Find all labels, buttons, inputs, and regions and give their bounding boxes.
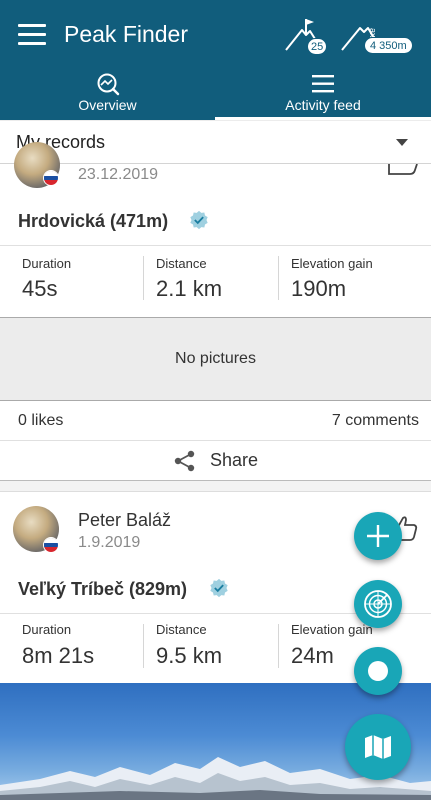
tab-overview-label: Overview — [78, 97, 137, 113]
stat-separator — [278, 624, 279, 668]
stat-separator — [143, 256, 144, 300]
no-pictures-placeholder: No pictures — [0, 317, 431, 401]
stat-separator — [278, 256, 279, 300]
chevron-down-icon — [396, 139, 408, 146]
active-tab-indicator — [215, 117, 431, 120]
slovakia-flag-icon — [43, 537, 59, 553]
max-elevation-badge: 4 350m — [364, 37, 413, 54]
records-filter-dropdown[interactable]: My records — [0, 121, 431, 164]
card-separator — [0, 480, 431, 492]
verified-badge-icon — [190, 210, 208, 230]
peaks-count-badge: 25 — [307, 38, 328, 55]
peak-name[interactable]: Hrdovická (471m) — [18, 211, 168, 232]
tab-overview[interactable]: Overview — [0, 66, 215, 120]
peak-name[interactable]: Veľký Tríbeč (829m) — [18, 579, 187, 600]
user-name[interactable]: Peter Baláž — [78, 510, 171, 531]
radar-icon — [364, 590, 392, 618]
stat-elevation-label: Elevation gain — [291, 256, 373, 271]
stat-distance-value: 9.5 km — [156, 643, 223, 668]
overview-icon — [97, 73, 119, 96]
stat-duration-label: Duration — [22, 622, 72, 637]
add-activity-button[interactable] — [354, 512, 402, 560]
comments-count[interactable]: 7 comments — [332, 412, 419, 430]
stat-elevation-value: 190m — [291, 276, 347, 301]
stat-separator — [143, 624, 144, 668]
tab-activity-feed-label: Activity feed — [285, 97, 361, 113]
stat-distance-value: 2.1 km — [156, 276, 223, 301]
slovakia-flag-icon — [43, 170, 59, 186]
feed-icon — [312, 75, 334, 93]
thumbs-up-icon[interactable] — [388, 164, 418, 178]
stat-elevation-label: Elevation gain — [291, 622, 373, 637]
stat-distance-label: Distance — [156, 622, 207, 637]
plus-icon — [367, 525, 389, 547]
activity-card: 23.12.2019 Hrdovická (471m) Duration 45s… — [0, 142, 431, 480]
stat-duration-value: 8m 21s — [22, 643, 95, 668]
menu-icon[interactable] — [18, 24, 46, 46]
stat-distance-label: Distance — [156, 256, 207, 271]
share-button[interactable]: Share — [0, 441, 431, 479]
map-icon — [365, 735, 391, 759]
record-icon — [368, 661, 388, 681]
stat-elevation-value: 24m — [291, 643, 334, 668]
share-icon — [174, 450, 195, 472]
likes-count[interactable]: 0 likes — [18, 412, 63, 430]
activity-date: 23.12.2019 — [78, 166, 159, 183]
stat-duration-value: 45s — [22, 276, 58, 301]
share-label: Share — [210, 450, 259, 470]
radar-button[interactable] — [354, 580, 402, 628]
activity-date: 1.9.2019 — [78, 534, 141, 551]
app-bar: Peak Finder 25 ax 4 350m Overview Activi… — [0, 0, 431, 120]
stat-duration-label: Duration — [22, 256, 72, 271]
map-button[interactable] — [345, 714, 411, 780]
record-button[interactable] — [354, 647, 402, 695]
app-title: Peak Finder — [64, 21, 189, 47]
divider — [0, 245, 431, 246]
verified-badge-icon — [210, 578, 228, 598]
tab-activity-feed[interactable]: Activity feed — [215, 66, 431, 120]
